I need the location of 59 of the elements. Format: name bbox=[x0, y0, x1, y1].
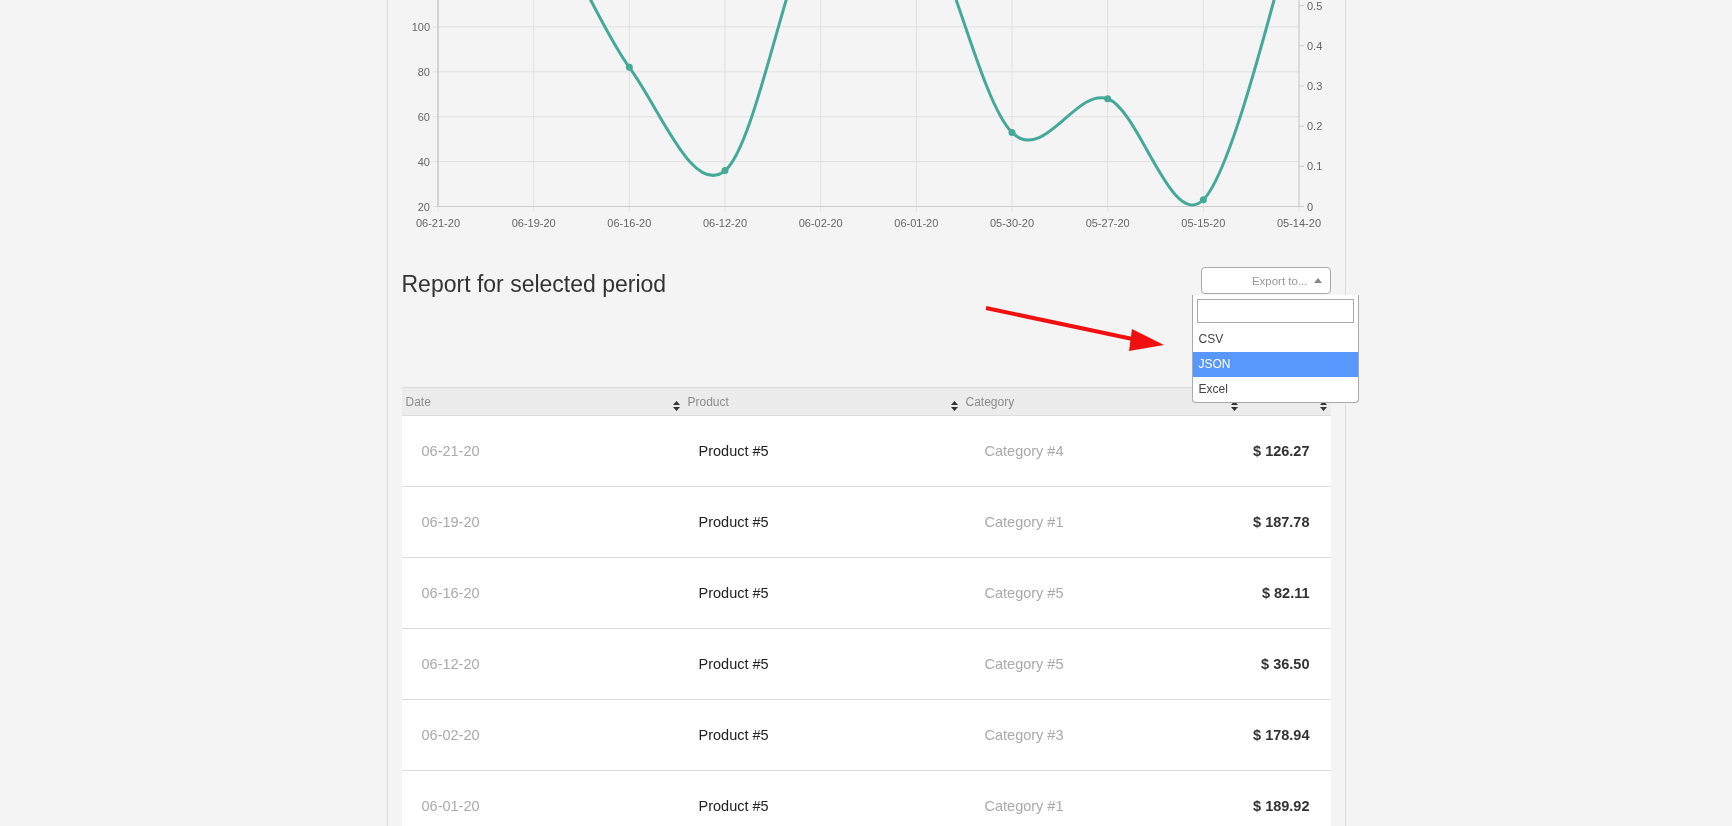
axis-label: 40 bbox=[417, 155, 430, 168]
axis-label: 06-02-20 bbox=[798, 216, 843, 229]
table-cell-text: $ 178.94 bbox=[1252, 727, 1311, 743]
axis-label: 60 bbox=[417, 110, 430, 123]
table-cell-text: Product #5 bbox=[697, 443, 770, 459]
data-point bbox=[1199, 196, 1207, 204]
table-cell-text: Category #1 bbox=[983, 798, 1065, 814]
data-point bbox=[1103, 95, 1111, 103]
table-cell-text: Product #5 bbox=[697, 727, 770, 743]
table-cell-text: Product #5 bbox=[697, 514, 770, 530]
table-cell-text: Product #5 bbox=[697, 656, 770, 672]
axis-label: 06-01-20 bbox=[893, 216, 938, 229]
axis-label: 20 bbox=[417, 200, 430, 213]
table-cell-text: Category #5 bbox=[983, 585, 1065, 601]
axis-label: 0.5 bbox=[1306, 0, 1322, 12]
axis-label: 05-14-20 bbox=[1276, 216, 1321, 229]
data-point bbox=[1008, 128, 1015, 136]
caret-icon bbox=[1313, 278, 1322, 283]
report-title: Report for selected period bbox=[401, 271, 667, 298]
table-cell-text: $ 126.27 bbox=[1252, 443, 1311, 459]
table-cell-text: 06-12-20 bbox=[420, 656, 481, 672]
column-header[interactable]: Date bbox=[405, 394, 667, 409]
axis-label: 0.1 bbox=[1306, 160, 1322, 173]
dropdown-option[interactable]: JSON bbox=[1192, 352, 1358, 377]
axis-label: 0.4 bbox=[1306, 39, 1322, 52]
table-cell-text: Category #5 bbox=[983, 656, 1065, 672]
table-cell-text: 06-21-20 bbox=[420, 443, 481, 459]
table-cell-text: $ 187.78 bbox=[1252, 514, 1311, 530]
dropdown-option[interactable]: CSV bbox=[1192, 327, 1358, 352]
axis-label: 0 bbox=[1306, 200, 1313, 213]
axis-label: 05-30-20 bbox=[989, 216, 1034, 229]
axis-label: 0.2 bbox=[1306, 120, 1322, 133]
dropdown-option[interactable]: Excel bbox=[1192, 377, 1358, 402]
table-cell-text: $ 82.11 bbox=[1260, 585, 1311, 601]
table-cell-text: $ 189.92 bbox=[1252, 798, 1311, 814]
table-cell-text: Product #5 bbox=[697, 798, 770, 814]
axis-label: 06-12-20 bbox=[702, 216, 747, 229]
data-point bbox=[721, 167, 728, 175]
search-field[interactable] bbox=[1196, 299, 1354, 323]
axis-label: 80 bbox=[417, 65, 430, 78]
table-cell-text: Product #5 bbox=[697, 585, 770, 601]
axis-label: 05-15-20 bbox=[1180, 216, 1225, 229]
column-header[interactable]: Product bbox=[687, 394, 945, 409]
table-cell-text: $ 36.50 bbox=[1260, 656, 1311, 672]
table-cell-text: 06-16-20 bbox=[420, 585, 481, 601]
axis-label: 06-21-20 bbox=[415, 216, 460, 229]
table-cell-text: Category #1 bbox=[983, 514, 1065, 530]
axis-label: 06-19-20 bbox=[511, 216, 556, 229]
table-cell-text: Category #3 bbox=[983, 727, 1065, 743]
table-cell-text: 06-19-20 bbox=[420, 514, 481, 530]
export-dropdown[interactable]: Export to... bbox=[1200, 267, 1331, 294]
table-cell-text: 06-01-20 bbox=[420, 798, 481, 814]
axis-label: 06-16-20 bbox=[606, 216, 651, 229]
data-point bbox=[625, 63, 633, 71]
axis-label: 0.3 bbox=[1306, 79, 1322, 92]
axis-label: 05-27-20 bbox=[1085, 216, 1130, 229]
axis-label: 100 bbox=[411, 20, 430, 33]
table-cell-text: Category #4 bbox=[983, 443, 1065, 459]
table-cell-text: 06-02-20 bbox=[420, 727, 481, 743]
